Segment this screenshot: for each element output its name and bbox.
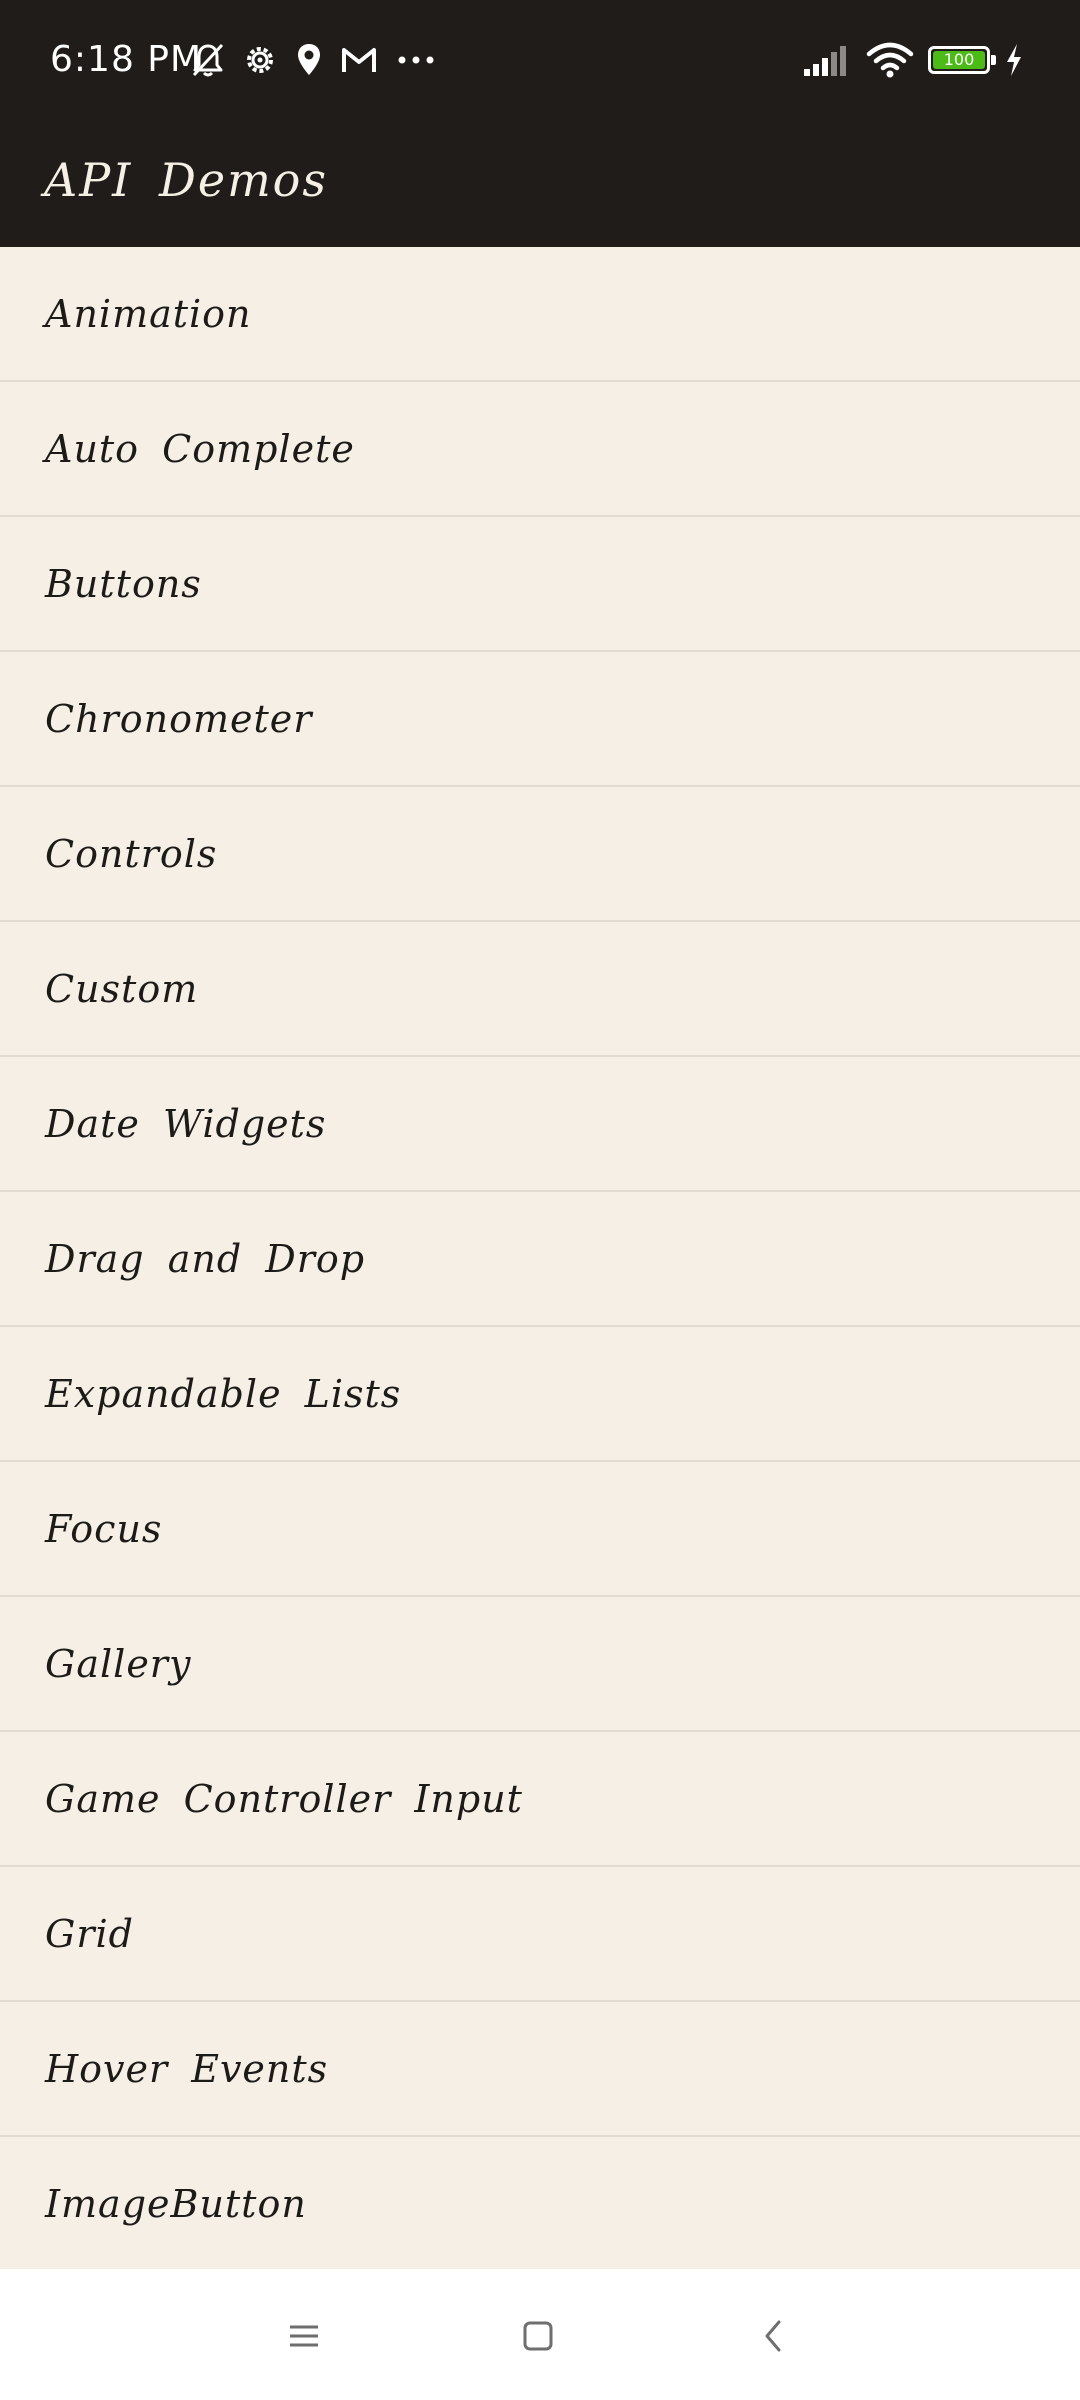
list-item-game-controller-input[interactable]: Game Controller Input — [0, 1732, 1080, 1867]
list-item-chronometer[interactable]: Chronometer — [0, 652, 1080, 787]
app-bar: API Demos — [0, 120, 1080, 247]
list-item-drag-and-drop[interactable]: Drag and Drop — [0, 1192, 1080, 1327]
settings-gear-icon — [242, 42, 278, 78]
menu-icon — [287, 2321, 321, 2351]
demo-list: Animation Auto Complete Buttons Chronome… — [0, 247, 1080, 2269]
list-item-label: Expandable Lists — [45, 1371, 402, 1416]
home-icon — [521, 2319, 555, 2353]
navigation-bar — [0, 2269, 1080, 2400]
menu-button[interactable] — [274, 2309, 334, 2363]
list-item-expandable-lists[interactable]: Expandable Lists — [0, 1327, 1080, 1462]
battery-level: 100 — [933, 51, 985, 69]
list-item-label: Buttons — [45, 561, 202, 606]
list-item-grid[interactable]: Grid — [0, 1867, 1080, 2002]
list-item-label: Grid — [45, 1911, 134, 1956]
list-item-label: Chronometer — [45, 696, 313, 741]
app-title: API Demos — [44, 153, 328, 207]
list-item-label: Date Widgets — [45, 1101, 327, 1146]
list-item-label: Controls — [45, 831, 218, 876]
list-item-label: Animation — [45, 291, 252, 336]
gmail-icon — [340, 44, 378, 76]
home-button[interactable] — [508, 2309, 568, 2363]
list-item-buttons[interactable]: Buttons — [0, 517, 1080, 652]
list-item-gallery[interactable]: Gallery — [0, 1597, 1080, 1732]
list-item-label: Drag and Drop — [45, 1236, 366, 1281]
notifications-off-icon — [190, 42, 226, 78]
status-bar: 6:18 PM 100 — [0, 0, 1080, 120]
charging-icon — [1004, 43, 1024, 77]
list-item-hover-events[interactable]: Hover Events — [0, 2002, 1080, 2137]
list-item-label: Auto Complete — [45, 426, 355, 471]
list-item-custom[interactable]: Custom — [0, 922, 1080, 1057]
list-item-auto-complete[interactable]: Auto Complete — [0, 382, 1080, 517]
list-item-label: Game Controller Input — [45, 1776, 523, 1821]
list-item-label: Focus — [45, 1506, 163, 1551]
list-item-label: Custom — [45, 966, 199, 1011]
status-left-icons — [190, 38, 438, 82]
list-item-label: Gallery — [45, 1641, 192, 1686]
list-item-imagebutton[interactable]: ImageButton — [0, 2137, 1080, 2269]
signal-icon — [802, 43, 852, 77]
list-item-focus[interactable]: Focus — [0, 1462, 1080, 1597]
list-item-label: Hover Events — [45, 2046, 329, 2091]
list-item-date-widgets[interactable]: Date Widgets — [0, 1057, 1080, 1192]
list-item-label: ImageButton — [45, 2181, 307, 2226]
list-item-animation[interactable]: Animation — [0, 247, 1080, 382]
status-time: 6:18 PM — [50, 39, 203, 80]
more-dots-icon — [394, 42, 438, 78]
status-right-icons: 100 — [802, 38, 1024, 82]
battery-icon: 100 — [928, 46, 996, 74]
back-icon — [759, 2318, 789, 2354]
wifi-icon — [866, 42, 914, 78]
list-item-controls[interactable]: Controls — [0, 787, 1080, 922]
location-icon — [294, 42, 324, 78]
back-button[interactable] — [744, 2309, 804, 2363]
